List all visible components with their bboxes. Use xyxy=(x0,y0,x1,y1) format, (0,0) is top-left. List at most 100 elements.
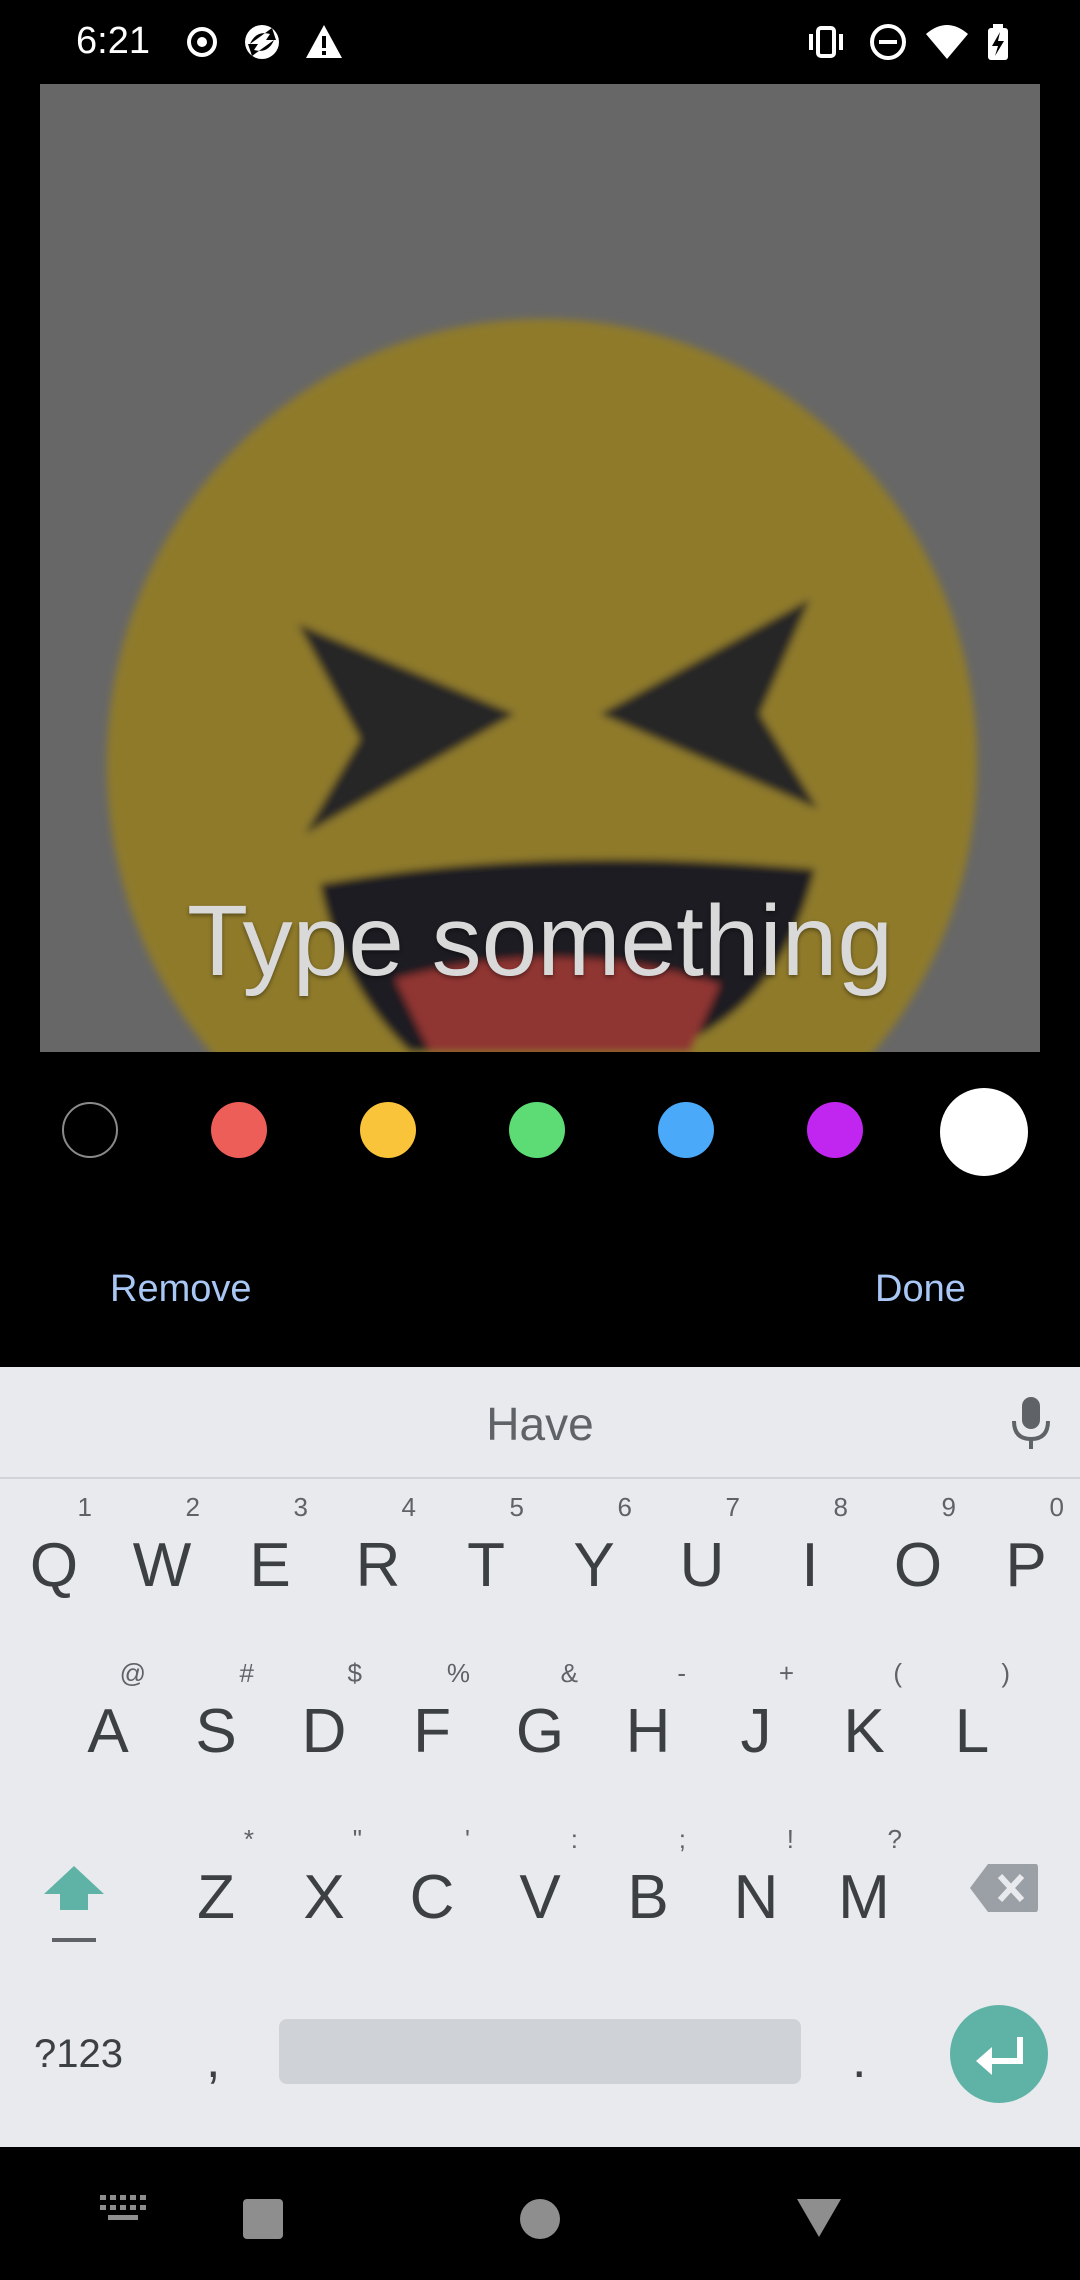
key-c[interactable]: ' C xyxy=(382,1822,482,1942)
key-u[interactable]: 7U xyxy=(652,1490,752,1610)
alert-icon xyxy=(306,25,342,58)
photo-canvas[interactable]: Type something xyxy=(40,84,1040,1052)
key-label: F xyxy=(413,1697,451,1766)
key-l[interactable]: ) L xyxy=(922,1656,1022,1776)
color-swatch-blue[interactable] xyxy=(658,1102,714,1158)
suggestion-bar: Have xyxy=(0,1367,1080,1479)
key-hint: 9 xyxy=(941,1492,956,1522)
key-label: K xyxy=(843,1697,885,1766)
recents-icon[interactable] xyxy=(243,2199,283,2239)
key-label: H xyxy=(625,1697,671,1766)
navigation-bar xyxy=(0,2147,1080,2280)
key-i[interactable]: 8I xyxy=(760,1490,860,1610)
key-label: L xyxy=(954,1697,990,1766)
key-q[interactable]: 1Q xyxy=(4,1490,104,1610)
key-label: G xyxy=(515,1697,565,1766)
suggestion-word[interactable]: Have xyxy=(0,1397,1080,1451)
shift-icon[interactable] xyxy=(40,1862,108,1952)
key-label: R xyxy=(355,1531,401,1600)
keyboard-switch-icon[interactable] xyxy=(100,2195,146,2225)
key-label: J xyxy=(740,1697,772,1766)
key-h[interactable]: -H xyxy=(598,1656,698,1776)
key-hint: ; xyxy=(678,1824,686,1854)
back-icon[interactable] xyxy=(797,2199,841,2239)
key-e[interactable]: 3E xyxy=(220,1490,320,1610)
key-n[interactable]: ! N xyxy=(706,1822,806,1942)
key-w[interactable]: 2W xyxy=(112,1490,212,1610)
key-label: C xyxy=(409,1863,455,1932)
record-icon xyxy=(187,27,217,57)
key-label: D xyxy=(301,1697,347,1766)
key-hint: : xyxy=(570,1824,578,1854)
text-overlay[interactable]: Type something xyxy=(40,884,1040,999)
key-hint: 7 xyxy=(725,1492,740,1522)
enter-key[interactable] xyxy=(950,2005,1048,2103)
key-label: O xyxy=(893,1531,943,1600)
key-hint: @ xyxy=(119,1658,146,1688)
key-v[interactable]: :V xyxy=(490,1822,590,1942)
color-swatch-white-selected[interactable] xyxy=(940,1088,1028,1176)
color-swatch-red[interactable] xyxy=(211,1102,267,1158)
key-hint: - xyxy=(677,1658,686,1688)
key-label: S xyxy=(195,1697,237,1766)
color-swatch-yellow[interactable] xyxy=(360,1102,416,1158)
vibrate-icon xyxy=(809,26,843,58)
status-bar: 6:21 xyxy=(0,0,1080,84)
color-swatch-purple[interactable] xyxy=(807,1102,863,1158)
space-bar[interactable] xyxy=(279,2019,801,2084)
key-s[interactable]: # S xyxy=(166,1656,266,1776)
key-label: M xyxy=(838,1863,890,1932)
key-j[interactable]: + J xyxy=(706,1656,806,1776)
key-label: P xyxy=(1005,1531,1047,1600)
key-o[interactable]: 9O xyxy=(868,1490,968,1610)
key-m[interactable]: ? M xyxy=(814,1822,914,1942)
key-label: Y xyxy=(573,1531,615,1600)
period-key[interactable]: . xyxy=(852,2030,866,2090)
key-hint: ! xyxy=(786,1824,794,1854)
home-icon[interactable] xyxy=(520,2199,560,2239)
backspace-icon[interactable] xyxy=(968,1862,1040,1914)
status-time: 6:21 xyxy=(76,20,150,62)
key-hint: ) xyxy=(1001,1658,1010,1688)
key-k[interactable]: (K xyxy=(814,1656,914,1776)
symbols-key[interactable]: ?123 xyxy=(34,2032,123,2077)
sync-icon xyxy=(245,25,279,59)
microphone-icon[interactable] xyxy=(1010,1395,1052,1451)
key-p[interactable]: 0P xyxy=(976,1490,1076,1610)
key-g[interactable]: & G xyxy=(490,1656,590,1776)
key-d[interactable]: $ D xyxy=(274,1656,374,1776)
key-hint: 0 xyxy=(1049,1492,1064,1522)
color-palette xyxy=(0,1072,1080,1192)
key-label: Q xyxy=(29,1531,79,1600)
key-label: W xyxy=(132,1531,192,1600)
key-label: Z xyxy=(197,1863,235,1932)
key-r[interactable]: 4R xyxy=(328,1490,428,1610)
do-not-disturb-icon xyxy=(870,24,906,60)
key-label: B xyxy=(627,1863,669,1932)
color-swatch-black[interactable] xyxy=(62,1102,118,1158)
key-hint: 5 xyxy=(509,1492,524,1522)
key-f[interactable]: % F xyxy=(382,1656,482,1776)
battery-charging-icon xyxy=(988,24,1008,60)
key-y[interactable]: 6Y xyxy=(544,1490,644,1610)
key-a[interactable]: @ A xyxy=(58,1656,158,1776)
comma-key[interactable]: , xyxy=(206,2030,220,2090)
key-z[interactable]: * Z xyxy=(166,1822,266,1942)
key-x[interactable]: " X xyxy=(274,1822,374,1942)
key-hint: 1 xyxy=(77,1492,92,1522)
remove-button[interactable]: Remove xyxy=(110,1268,252,1311)
key-label: X xyxy=(303,1863,345,1932)
color-swatch-green[interactable] xyxy=(509,1102,565,1158)
key-hint: % xyxy=(446,1658,470,1688)
key-t[interactable]: 5T xyxy=(436,1490,536,1610)
key-b[interactable]: ; B xyxy=(598,1822,698,1942)
key-hint: 6 xyxy=(617,1492,632,1522)
key-label: V xyxy=(519,1863,561,1932)
wifi-icon xyxy=(926,25,968,59)
key-label: U xyxy=(679,1531,725,1600)
done-button[interactable]: Done xyxy=(875,1268,966,1311)
key-hint: 3 xyxy=(293,1492,308,1522)
key-hint: 2 xyxy=(185,1492,200,1522)
key-hint: 8 xyxy=(833,1492,848,1522)
key-label: A xyxy=(87,1697,129,1766)
